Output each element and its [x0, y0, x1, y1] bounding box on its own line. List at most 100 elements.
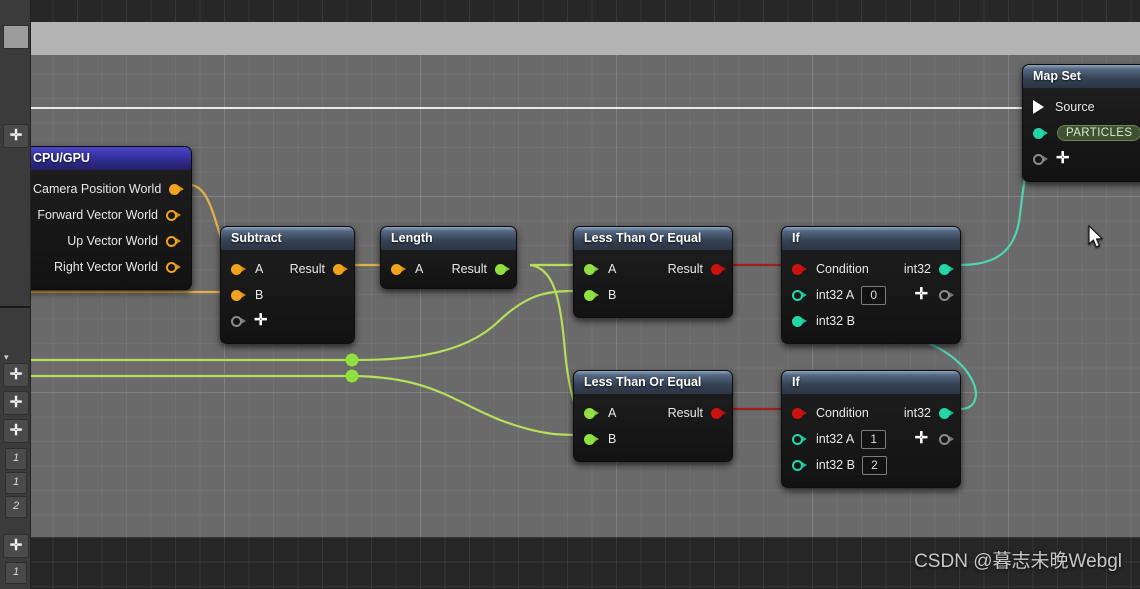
- int32-a-value-field[interactable]: 1: [861, 429, 887, 449]
- add-button-5[interactable]: ✛: [3, 534, 29, 558]
- node-if-top[interactable]: If Condition int32 int32 A 0 ✛ int32 B: [781, 226, 961, 344]
- input-pin[interactable]: [792, 460, 807, 471]
- exec-pin-icon[interactable]: [1033, 100, 1044, 114]
- pin-row-right-vector-world[interactable]: Right Vector World: [30, 254, 191, 280]
- node-cpu-gpu[interactable]: CPU/GPU Camera Position World Forward Ve…: [30, 146, 192, 290]
- node-lte-top-title: Less Than Or Equal: [574, 227, 732, 250]
- pin-label: Forward Vector World: [37, 208, 158, 222]
- node-graph-canvas[interactable]: CPU/GPU Camera Position World Forward Ve…: [30, 0, 1140, 589]
- input-pin[interactable]: [584, 289, 599, 301]
- node-map-set[interactable]: Map Set Source PARTICLES V ✛: [1022, 64, 1140, 182]
- value-field-4[interactable]: 1: [5, 562, 27, 584]
- pin-label: Up Vector World: [67, 234, 158, 248]
- pin-label: A: [608, 406, 617, 420]
- pin-row-int32-a[interactable]: int32 A 1 ✛: [782, 426, 960, 452]
- pin-label: Source: [1055, 100, 1095, 114]
- pin-row-a[interactable]: A Result: [574, 400, 732, 426]
- add-pin[interactable]: [1033, 154, 1048, 165]
- value-field-3[interactable]: 2: [5, 496, 27, 518]
- node-length[interactable]: Length A Result: [380, 226, 517, 289]
- pin-row-add[interactable]: ✛: [1023, 146, 1140, 172]
- input-pin[interactable]: [391, 263, 406, 275]
- node-if-bottom[interactable]: If Condition int32 int32 A 1 ✛ int32 B 2: [781, 370, 961, 488]
- add-button-3[interactable]: ✛: [3, 391, 29, 415]
- pin-row-b[interactable]: B: [574, 426, 732, 452]
- input-pin[interactable]: [792, 407, 807, 419]
- input-pin[interactable]: [792, 315, 807, 327]
- input-pin[interactable]: [584, 407, 599, 419]
- node-map-set-title: Map Set: [1023, 65, 1140, 88]
- node-length-body: A Result: [381, 250, 516, 288]
- add-pin-icon[interactable]: ✛: [915, 287, 928, 303]
- output-pin[interactable]: [166, 210, 181, 221]
- pin-row-int32-b[interactable]: int32 B 2: [782, 452, 960, 478]
- pin-label: B: [608, 288, 617, 302]
- color-swatch[interactable]: [3, 25, 29, 49]
- pin-row-b[interactable]: B: [574, 282, 732, 308]
- pin-label: A: [608, 262, 617, 276]
- pin-label: int32 A: [816, 432, 855, 446]
- add-button-1[interactable]: ✛: [3, 124, 29, 148]
- node-less-than-or-equal-top[interactable]: Less Than Or Equal A Result B: [573, 226, 733, 318]
- int32-b-value-field[interactable]: 2: [861, 455, 887, 475]
- node-less-than-or-equal-bottom[interactable]: Less Than Or Equal A Result B: [573, 370, 733, 462]
- node-cpu-gpu-body: Camera Position World Forward Vector Wor…: [30, 170, 191, 289]
- pin-row-int32-a[interactable]: int32 A 0 ✛: [782, 282, 960, 308]
- input-pin[interactable]: [792, 290, 807, 301]
- output-pin[interactable]: [333, 263, 348, 275]
- pin-row-condition[interactable]: Condition int32: [782, 256, 960, 282]
- add-pin-icon[interactable]: ✛: [254, 313, 267, 329]
- add-pin[interactable]: [939, 434, 954, 445]
- output-label: int32: [903, 406, 931, 420]
- input-pin[interactable]: [1033, 127, 1048, 139]
- add-pin[interactable]: [231, 316, 246, 327]
- output-pin[interactable]: [939, 263, 954, 275]
- output-pin[interactable]: [166, 236, 181, 247]
- int32-a-value-field[interactable]: 0: [861, 285, 887, 305]
- add-pin[interactable]: [939, 290, 954, 301]
- add-pin-icon[interactable]: ✛: [1056, 151, 1069, 167]
- value-field-2[interactable]: 1: [5, 472, 27, 494]
- chevron-down-icon[interactable]: ▾: [4, 352, 11, 363]
- input-pin[interactable]: [584, 433, 599, 445]
- pin-row-b[interactable]: B: [221, 282, 354, 308]
- add-button-4[interactable]: ✛: [3, 419, 29, 443]
- output-label: Result: [451, 262, 487, 276]
- pin-label: B: [608, 432, 617, 446]
- output-pin[interactable]: [711, 407, 726, 419]
- particles-namespace-chip[interactable]: PARTICLES: [1057, 125, 1140, 141]
- pin-row-a[interactable]: A Result: [221, 256, 354, 282]
- pin-label: Right Vector World: [54, 260, 158, 274]
- pin-row-camera-position-world[interactable]: Camera Position World: [30, 176, 191, 202]
- input-pin[interactable]: [792, 263, 807, 275]
- pin-row-particles[interactable]: PARTICLES V: [1023, 120, 1140, 146]
- input-pin[interactable]: [231, 289, 246, 301]
- node-subtract[interactable]: Subtract A Result B ✛: [220, 226, 355, 344]
- pin-row-a[interactable]: A Result: [381, 256, 516, 282]
- input-pin[interactable]: [792, 434, 807, 445]
- toolbar-divider: [0, 306, 30, 308]
- output-pin[interactable]: [711, 263, 726, 275]
- pin-row-a[interactable]: A Result: [574, 256, 732, 282]
- input-pin[interactable]: [584, 263, 599, 275]
- pin-label: A: [255, 262, 264, 276]
- pin-row-source[interactable]: Source: [1023, 94, 1140, 120]
- add-button-2[interactable]: ✛: [3, 363, 29, 387]
- input-pin[interactable]: [231, 263, 246, 275]
- pin-row-int32-b[interactable]: int32 B: [782, 308, 960, 334]
- pin-row-condition[interactable]: Condition int32: [782, 400, 960, 426]
- pin-label: B: [255, 288, 264, 302]
- add-pin-icon[interactable]: ✛: [915, 431, 928, 447]
- left-toolbar[interactable]: ▾ ✛ ✛ ✛ ✛ ✛ 1 1 2 1: [0, 0, 31, 589]
- output-pin[interactable]: [939, 407, 954, 419]
- node-length-title: Length: [381, 227, 516, 250]
- output-pin[interactable]: [495, 263, 510, 275]
- graph-editor: CPU/GPU Camera Position World Forward Ve…: [0, 0, 1140, 589]
- pin-row-add[interactable]: ✛: [221, 308, 354, 334]
- output-pin[interactable]: [166, 262, 181, 273]
- pin-label: int32 B: [816, 458, 855, 472]
- value-field-1[interactable]: 1: [5, 448, 27, 470]
- output-pin[interactable]: [169, 183, 185, 195]
- pin-row-forward-vector-world[interactable]: Forward Vector World: [30, 202, 191, 228]
- pin-row-up-vector-world[interactable]: Up Vector World: [30, 228, 191, 254]
